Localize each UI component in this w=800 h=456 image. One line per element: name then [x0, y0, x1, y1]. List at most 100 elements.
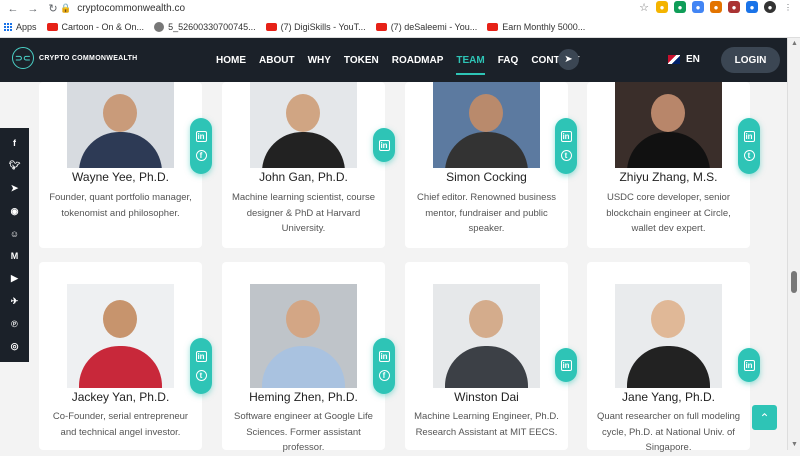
- telegram-icon[interactable]: ➤: [558, 49, 579, 70]
- forward-icon[interactable]: →: [26, 2, 40, 16]
- youtube-icon[interactable]: ▶: [9, 273, 21, 285]
- facebook-icon[interactable]: f: [378, 370, 390, 381]
- uk-flag-icon: [668, 55, 680, 64]
- extension-icon[interactable]: ●: [692, 1, 704, 13]
- team-photo: [615, 284, 722, 388]
- extension-icon[interactable]: ●: [674, 1, 686, 13]
- social-links: in: [738, 348, 760, 382]
- team-card: Simon Cocking Chief editor. Renowned bus…: [405, 82, 568, 248]
- team-card: John Gan, Ph.D. Machine learning scienti…: [222, 82, 385, 248]
- team-card: Jane Yang, Ph.D. Quant researcher on ful…: [587, 262, 750, 453]
- bookmark-item[interactable]: (7) DigiSkills - YouT...: [265, 22, 366, 32]
- team-name: Heming Zhen, Ph.D.: [249, 390, 358, 404]
- browser-chrome: ← → ↻ 🔒 cryptocommonwealth.co ☆ ● ● ● ● …: [0, 0, 800, 38]
- logo-icon: ⊃⊂: [12, 47, 34, 69]
- social-links: in: [555, 348, 577, 382]
- nav-roadmap[interactable]: ROADMAP: [392, 55, 444, 66]
- twitter-icon[interactable]: t: [743, 150, 755, 161]
- page-scrollbar[interactable]: ▲ ▼: [787, 38, 800, 450]
- address-bar[interactable]: 🔒 cryptocommonwealth.co: [60, 1, 630, 15]
- linkedin-icon[interactable]: in: [743, 359, 755, 371]
- youtube-icon: [265, 23, 277, 31]
- linkedin-icon[interactable]: in: [560, 131, 572, 142]
- social-links: in: [373, 128, 395, 162]
- social-links: in f: [190, 118, 212, 174]
- github-icon[interactable]: ◉: [9, 205, 21, 217]
- linkedin-icon[interactable]: in: [560, 359, 572, 371]
- team-photo: [67, 284, 174, 388]
- nav-faq[interactable]: FAQ: [498, 55, 519, 66]
- youtube-icon: [375, 23, 387, 31]
- facebook-icon[interactable]: f: [9, 137, 21, 149]
- bookmarks-bar: Apps Cartoon - On & On... 5_526003307007…: [0, 18, 800, 36]
- nav-token[interactable]: TOKEN: [344, 55, 379, 66]
- team-photo: [433, 284, 540, 388]
- social-links: in t: [190, 338, 212, 394]
- team-card: Zhiyu Zhang, M.S. USDC core developer, s…: [587, 82, 750, 248]
- back-icon[interactable]: ←: [6, 2, 20, 16]
- team-bio: Co-Founder, serial entrepreneur and tech…: [52, 411, 189, 438]
- team-photo: [615, 82, 722, 168]
- team-bio: Chief editor. Renowned business mentor, …: [417, 192, 556, 234]
- menu-icon[interactable]: ⋮: [782, 1, 794, 13]
- linkedin-icon[interactable]: in: [378, 139, 390, 151]
- bookmark-item[interactable]: Cartoon - On & On...: [46, 22, 144, 32]
- telegram-alt-icon[interactable]: ✈: [9, 295, 21, 307]
- twitter-icon[interactable]: t: [560, 150, 572, 161]
- bookmark-apps[interactable]: Apps: [4, 22, 37, 32]
- medium-icon[interactable]: M: [9, 250, 21, 262]
- linkedin-icon[interactable]: in: [195, 351, 207, 362]
- bookmark-item[interactable]: (7) deSaleemi - You...: [375, 22, 477, 32]
- team-name: Jackey Yan, Ph.D.: [71, 390, 170, 404]
- login-button[interactable]: LOGIN: [721, 47, 780, 73]
- bookmark-item[interactable]: Earn Monthly 5000...: [487, 22, 585, 32]
- social-links: in f: [373, 338, 395, 394]
- language-selector[interactable]: EN: [668, 54, 700, 65]
- reddit-icon[interactable]: ☺: [9, 228, 21, 240]
- scrollbar-thumb[interactable]: [791, 271, 797, 293]
- team-photo: [67, 82, 174, 168]
- avatar[interactable]: ●: [764, 1, 776, 13]
- url-text: cryptocommonwealth.co: [77, 2, 186, 14]
- nav-about[interactable]: ABOUT: [259, 55, 295, 66]
- telegram-icon[interactable]: ➤: [9, 182, 21, 194]
- scroll-up-icon[interactable]: ▲: [791, 40, 798, 47]
- site-logo[interactable]: ⊃⊂ CRYPTO COMMONWEALTH: [12, 47, 138, 69]
- bookmark-item[interactable]: 5_52600330700745...: [154, 22, 256, 32]
- twitter-icon[interactable]: 🐦︎: [9, 160, 21, 172]
- twitter-icon[interactable]: t: [195, 370, 207, 381]
- star-icon[interactable]: ☆: [638, 1, 650, 14]
- scroll-to-top-button[interactable]: ⌃: [752, 405, 777, 430]
- team-name: Zhiyu Zhang, M.S.: [619, 170, 718, 184]
- linkedin-icon[interactable]: in: [743, 131, 755, 142]
- instagram-icon[interactable]: ◎: [9, 341, 21, 353]
- lock-icon: 🔒: [60, 2, 72, 13]
- team-name: John Gan, Ph.D.: [259, 170, 348, 184]
- reload-icon[interactable]: ↻: [46, 2, 60, 16]
- extension-icon[interactable]: ●: [656, 1, 668, 13]
- team-bio: Machine learning scientist, course desig…: [231, 192, 376, 234]
- facebook-icon[interactable]: f: [195, 150, 207, 161]
- team-card: Jackey Yan, Ph.D. Co-Founder, serial ent…: [39, 262, 202, 450]
- nav-why[interactable]: WHY: [308, 55, 331, 66]
- extension-icon[interactable]: ●: [728, 1, 740, 13]
- scroll-down-icon[interactable]: ▼: [791, 441, 798, 448]
- globe-icon: [154, 22, 165, 32]
- address-row: ← → ↻ 🔒 cryptocommonwealth.co ☆ ● ● ● ● …: [0, 0, 800, 17]
- linkedin-icon[interactable]: in: [378, 351, 390, 362]
- team-photo: [433, 82, 540, 168]
- team-name: Winston Dai: [454, 390, 519, 404]
- social-links: in t: [738, 118, 760, 174]
- nav-team[interactable]: TEAM: [456, 55, 486, 75]
- main-menu: HOME ABOUT WHY TOKEN ROADMAP TEAM FAQ CO…: [216, 38, 579, 82]
- pinterest-icon[interactable]: ℗: [9, 318, 21, 330]
- youtube-icon: [487, 23, 499, 31]
- chevron-up-icon: ⌃: [759, 410, 770, 425]
- nav-home[interactable]: HOME: [216, 55, 246, 66]
- extension-icon[interactable]: ●: [710, 1, 722, 13]
- extension-icon[interactable]: ●: [746, 1, 758, 13]
- team-name: Simon Cocking: [446, 170, 527, 184]
- linkedin-icon[interactable]: in: [195, 131, 207, 142]
- team-bio: Software engineer at Google Life Science…: [234, 411, 373, 453]
- team-name: Wayne Yee, Ph.D.: [72, 170, 169, 184]
